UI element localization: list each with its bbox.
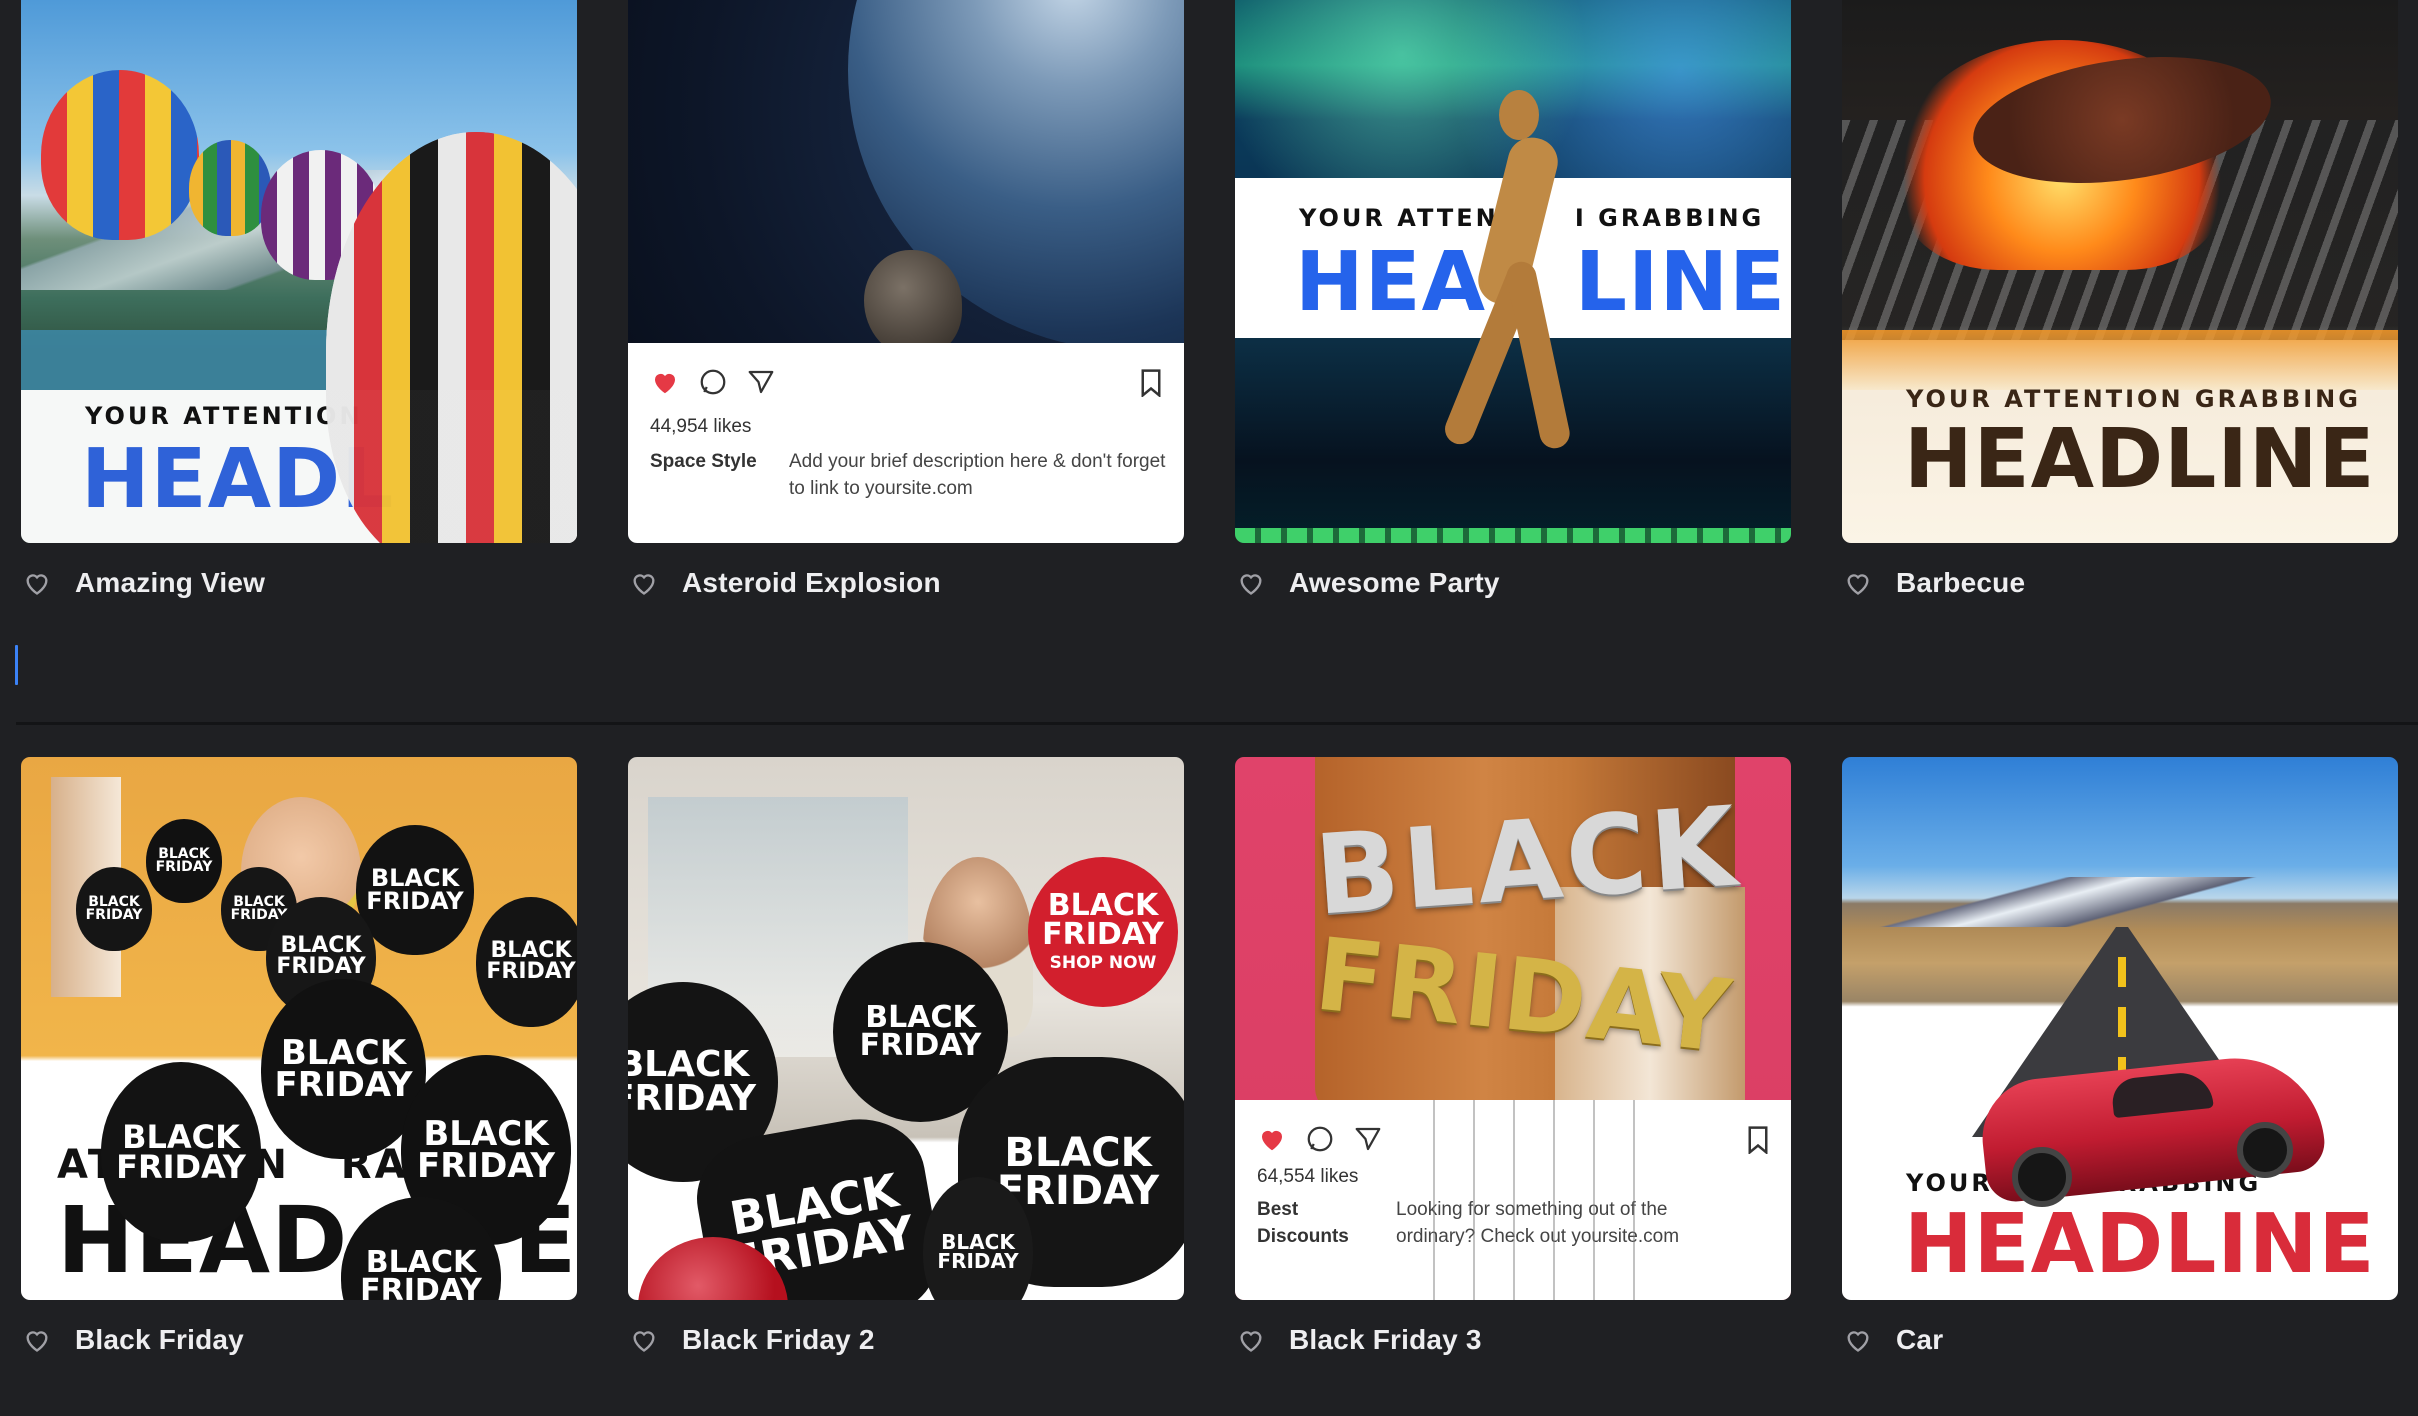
send-icon: [748, 370, 774, 394]
send-icon: [1355, 1127, 1381, 1151]
black-friday-balloon: BLACK FRIDAY: [476, 897, 577, 1027]
template-thumbnail[interactable]: YOUR ATTENTION HEADL: [21, 0, 577, 543]
card-footer: Awesome Party: [1235, 543, 1791, 623]
post-description: Add your brief description here & don't …: [789, 451, 1166, 499]
heart-outline-icon[interactable]: [21, 1324, 53, 1356]
mountains: [1842, 877, 2398, 927]
card-footer: Barbecue: [1842, 543, 2398, 623]
card-footer: Amazing View: [21, 543, 577, 623]
black-friday-balloon: BLACK FRIDAY: [146, 819, 222, 903]
stage-floor-lights: [1235, 528, 1791, 543]
heart-filled-icon: [1262, 1130, 1282, 1151]
section-divider: [16, 722, 2418, 725]
black-friday-balloon: BLACK FRIDAY: [76, 867, 152, 951]
balloon-strings: [1395, 1100, 1645, 1300]
post-action-icons: [650, 367, 776, 397]
card-title[interactable]: Amazing View: [75, 567, 265, 599]
overlay-headline: HEADLINE: [1904, 412, 2376, 507]
template-grid-row-1: YOUR ATTENTION HEADL Amazing View 44,954…: [21, 0, 2399, 623]
template-card-black-friday-3[interactable]: BLACK FRIDAY 64,554 likes Best Discounts…: [1235, 757, 1791, 1380]
template-thumbnail[interactable]: BLACK FRIDAY 64,554 likes Best Discounts…: [1235, 757, 1791, 1300]
template-thumbnail[interactable]: BLACK FRIDAY SHOP NOW BLACK FRIDAY BLACK…: [628, 757, 1184, 1300]
black-friday-balloon: BLACK FRIDAY SHOP NOW: [1028, 857, 1178, 1007]
overlay-small-text: YOUR ATTENTION GRABBING: [1906, 385, 2361, 413]
heart-filled-icon: [655, 373, 675, 394]
heart-outline-icon[interactable]: [1235, 567, 1267, 599]
balloon-label: BLACK FRIDAY: [1042, 888, 1164, 952]
text-cursor: [15, 645, 18, 685]
card-footer: Black Friday 3: [1235, 1300, 1791, 1380]
card-footer: Asteroid Explosion: [628, 543, 1184, 623]
bookmark-icon: [1748, 1126, 1768, 1154]
template-thumbnail[interactable]: YOUR ATTENT I GRABBING HEA LINE: [1235, 0, 1791, 543]
template-card-black-friday[interactable]: AT N RA HEAD E BLACK FRIDAY BLACK FRIDAY…: [21, 757, 577, 1380]
template-thumbnail[interactable]: YOUR ATTENTION GRABBING HEADLINE: [1842, 0, 2398, 543]
comment-icon: [700, 369, 726, 395]
card-footer: Black Friday: [21, 1300, 577, 1380]
heart-outline-icon[interactable]: [1235, 1324, 1267, 1356]
card-title[interactable]: Barbecue: [1896, 567, 2025, 599]
gingerbread-dancer: [1440, 90, 1573, 470]
hot-air-balloon: [41, 70, 199, 240]
template-card-amazing-view[interactable]: YOUR ATTENTION HEADL Amazing View: [21, 0, 577, 623]
template-card-black-friday-2[interactable]: BLACK FRIDAY SHOP NOW BLACK FRIDAY BLACK…: [628, 757, 1184, 1380]
likes-count: 64,554 likes: [1257, 1166, 1359, 1187]
card-footer: Black Friday 2: [628, 1300, 1184, 1380]
instagram-post-mock: 64,554 likes Best Discounts Looking for …: [1235, 1100, 1791, 1300]
template-card-car[interactable]: YOUR RABBING HEADLINE Car: [1842, 757, 2398, 1380]
template-card-asteroid-explosion[interactable]: 44,954 likes Space Style Add your brief …: [628, 0, 1184, 623]
template-thumbnail[interactable]: 44,954 likes Space Style Add your brief …: [628, 0, 1184, 543]
black-friday-balloon: BLACK FRIDAY: [101, 1062, 261, 1242]
card-title[interactable]: Car: [1896, 1324, 1943, 1356]
hot-air-balloon: [189, 140, 271, 236]
comment-icon: [1307, 1126, 1333, 1152]
card-title[interactable]: Black Friday 3: [1289, 1324, 1482, 1356]
card-title[interactable]: Black Friday: [75, 1324, 244, 1356]
post-action-icons: [1257, 1124, 1383, 1154]
car-wheel: [2237, 1122, 2293, 1178]
card-title[interactable]: Asteroid Explosion: [682, 567, 941, 599]
template-card-barbecue[interactable]: YOUR ATTENTION GRABBING HEADLINE Barbecu…: [1842, 0, 2398, 623]
template-card-awesome-party[interactable]: YOUR ATTENT I GRABBING HEA LINE Awesome …: [1235, 0, 1791, 623]
card-title[interactable]: Awesome Party: [1289, 567, 1500, 599]
overlay-headline: HEADLINE: [1904, 1197, 2376, 1292]
asteroid: [864, 250, 962, 358]
card-title[interactable]: Black Friday 2: [682, 1324, 875, 1356]
car-wheel: [2012, 1147, 2072, 1207]
template-thumbnail[interactable]: AT N RA HEAD E BLACK FRIDAY BLACK FRIDAY…: [21, 757, 577, 1300]
post-username: Space Style: [650, 451, 757, 472]
template-thumbnail[interactable]: YOUR RABBING HEADLINE: [1842, 757, 2398, 1300]
card-footer: Car: [1842, 1300, 2398, 1380]
heart-outline-icon[interactable]: [628, 1324, 660, 1356]
shop-now-label: SHOP NOW: [1049, 953, 1157, 974]
heart-outline-icon[interactable]: [21, 567, 53, 599]
heart-outline-icon[interactable]: [1842, 1324, 1874, 1356]
instagram-post-mock: 44,954 likes Space Style Add your brief …: [628, 343, 1184, 543]
template-grid-row-2: AT N RA HEAD E BLACK FRIDAY BLACK FRIDAY…: [21, 757, 2399, 1380]
overlay-small-text: YOUR ATTENTION: [85, 402, 363, 430]
heart-outline-icon[interactable]: [628, 567, 660, 599]
post-username: Best Discounts: [1257, 1199, 1349, 1247]
likes-count: 44,954 likes: [650, 416, 752, 437]
bookmark-icon: [1141, 369, 1161, 397]
bottom-flames: [1842, 330, 2398, 390]
heart-outline-icon[interactable]: [1842, 567, 1874, 599]
